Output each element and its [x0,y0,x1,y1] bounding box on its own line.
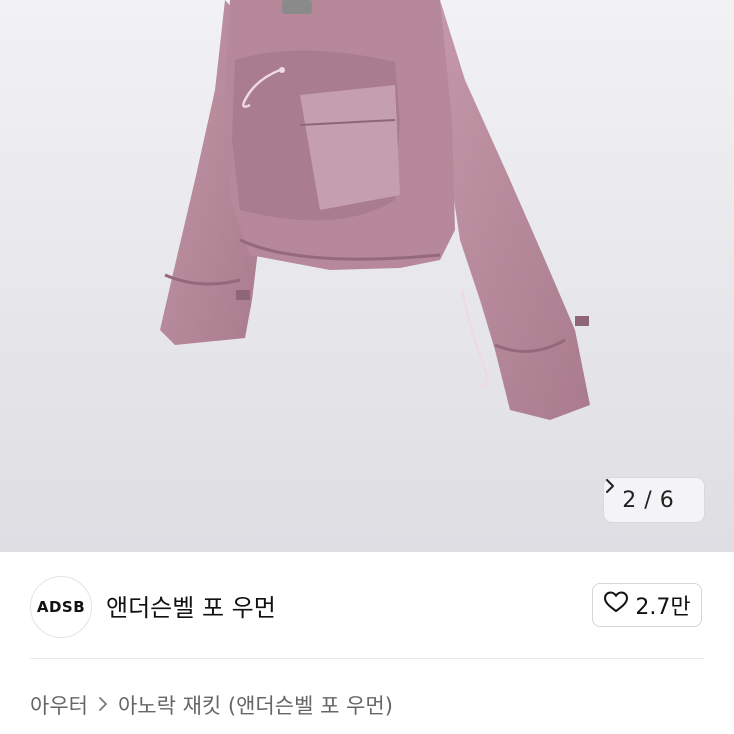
product-image-jacket [160,0,590,420]
product-image-gallery[interactable]: 2 / 6 [0,0,734,552]
brand-logo[interactable]: ADSB [30,576,92,638]
heart-outline-icon [603,590,629,620]
chevron-right-icon [98,693,108,717]
breadcrumb-category[interactable]: 아우터 [30,690,88,720]
divider [30,658,704,659]
pager-separator: / [644,487,652,513]
pager-current: 2 [622,487,637,513]
breadcrumb: 아우터 아노락 재킷 (앤더슨벨 포 우먼) [30,690,393,720]
brand-logo-text: ADSB [36,598,86,616]
brand-row: ADSB 앤더슨벨 포 우먼 2.7만 [0,552,734,660]
like-count: 2.7만 [635,595,691,620]
brand-name[interactable]: 앤더슨벨 포 우먼 [106,588,276,623]
like-button[interactable]: 2.7만 [592,583,702,627]
breadcrumb-product[interactable]: 아노락 재킷 (앤더슨벨 포 우먼) [118,690,393,720]
image-pager[interactable]: 2 / 6 [604,478,704,522]
pager-total: 6 [659,487,674,513]
